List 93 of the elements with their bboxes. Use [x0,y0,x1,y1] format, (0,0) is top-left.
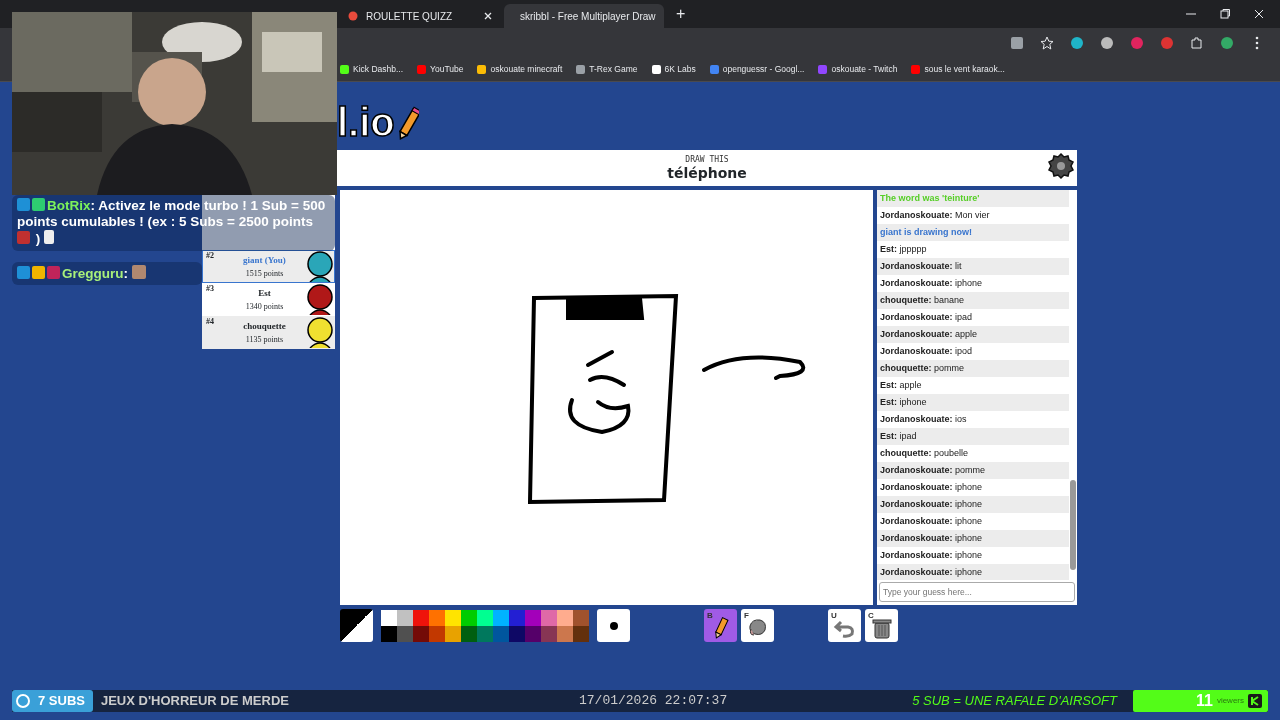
chat-message: Jordanoskouate: ipod [879,345,974,358]
chat-message: Est: iphone [877,394,1069,411]
chat-message: chouquette: poubelle [879,447,970,460]
chat-message: Jordanoskouate: iphone [879,277,984,290]
chat-message: Jordanoskouate: iphone [877,530,1069,547]
player-points: 1340 points [244,300,285,313]
drawing-canvas[interactable] [340,190,873,605]
color-swatch[interactable] [397,609,413,626]
system-message: giant is drawing now! [880,227,972,237]
rank-number: #3 [206,284,214,293]
bookmark[interactable]: YouTube [430,63,464,76]
chat-message: chouquette: banane [877,292,1069,309]
chat-message: Jordanoskouate: lit [877,258,1069,275]
player-name: Est [257,287,272,300]
brush-dot-icon [609,621,618,630]
restore-icon[interactable] [1220,9,1230,19]
bookmark[interactable]: oskouate minecraft [490,63,563,76]
settings-icon[interactable] [1047,152,1075,180]
word-hint: téléphone [667,166,747,182]
chat-message: Jordanoskouate: ios [879,413,968,426]
pencil-icon [398,106,419,142]
system-message: The word was 'teinture' [880,193,980,203]
viewer-count: 11 [1195,691,1213,711]
chat-message: Est: ipad [877,428,1069,445]
bookmark[interactable]: 6K Labs [664,63,696,76]
chat-message: Jordanoskouate: iphone [879,481,984,494]
stream-chat-message: Gregguru: [12,262,202,286]
current-color-swatch [340,609,373,642]
color-swatch[interactable] [557,609,573,626]
guess-input[interactable]: Type your guess here... [879,582,1075,602]
rank-number: #4 [206,317,214,326]
color-swatch[interactable] [541,609,557,626]
chat-message: Jordanoskouate: Mon vier [879,209,991,222]
color-swatch[interactable] [413,609,429,626]
sub-goal: 5 SUB = UNE RAFALE D'AIRSOFT [912,692,1117,711]
caption: DRAW THIS [685,154,729,166]
chat-message: Jordanoskouate: iphone [879,515,984,528]
bookmark[interactable]: openguessr - Googl... [722,63,805,76]
fill-tool-button[interactable]: F [741,609,774,642]
chat-message: Jordanoskouate: apple [877,326,1069,343]
extension-icon[interactable] [1100,36,1114,50]
avatar-icon [305,316,335,348]
bookmark[interactable]: sous le vent karaok... [924,63,1005,76]
color-swatch[interactable] [381,609,397,626]
browser-tab[interactable]: skribbl - Free Multiplayer Draw [504,4,664,28]
avatar-icon [305,250,335,282]
chat-message: Est: apple [879,379,923,392]
color-swatch[interactable] [461,609,477,626]
extension-icon[interactable] [1070,36,1084,50]
subs-counter: 7 SUBS [12,690,93,712]
logo: l.io [337,102,395,142]
chat-message: Jordanoskouate: iphone [879,549,984,562]
undo-button[interactable]: U [828,609,861,642]
player-points: 1135 points [244,333,285,346]
color-swatch[interactable] [509,609,525,626]
color-swatch[interactable] [525,609,541,626]
tab-title: ROULETTE QUIZZ [366,9,454,24]
player-name: chouquette [242,320,287,333]
extension-icon[interactable] [1130,36,1144,50]
new-tab-button[interactable]: + [676,2,686,26]
date-time: 17/01/2026 22:07:37 [579,692,728,711]
chat-message: chouquette: pomme [877,360,1069,377]
rank-number: #2 [206,251,214,260]
chat-message: Jordanoskouate: iphone [877,496,1069,513]
kick-logo-icon [1248,694,1262,708]
color-swatch[interactable] [493,609,509,626]
clear-button[interactable]: C [865,609,898,642]
tab-favicon [348,11,358,21]
brush-size-button[interactable] [597,609,630,642]
close-icon[interactable] [484,12,492,20]
color-swatch[interactable] [477,609,493,626]
player-points: 1515 points [244,267,285,280]
stream-title: JEUX D'HORREUR DE MERDE [100,692,289,711]
avatar-icon [305,283,335,315]
trash-icon [869,616,894,640]
browser-tab[interactable]: ROULETTE QUIZZ [340,4,500,28]
color-swatch[interactable] [429,609,445,626]
bookmark[interactable]: Kick Dashb... [353,63,404,76]
bookmark[interactable]: T-Rex Game [589,63,638,76]
tab-title: skribbl - Free Multiplayer Draw [520,9,656,24]
close-icon[interactable] [1254,9,1264,19]
viewers-label: viewers [1216,695,1244,707]
chat-message: Jordanoskouate: iphone [877,564,1069,580]
color-swatch[interactable] [573,609,589,626]
chat-message: Jordanoskouate: ipad [879,311,974,324]
bookmark[interactable]: oskouate - Twitch [831,63,898,76]
color-swatch[interactable] [445,609,461,626]
chat-message: Jordanoskouate: pomme [877,462,1069,479]
chat-message: Est: jppppp [879,243,928,256]
player-name: giant (You) [242,254,287,267]
extension-icon[interactable] [1160,36,1174,50]
profile-icon[interactable] [1220,36,1234,50]
star-icon[interactable] [1040,36,1054,50]
